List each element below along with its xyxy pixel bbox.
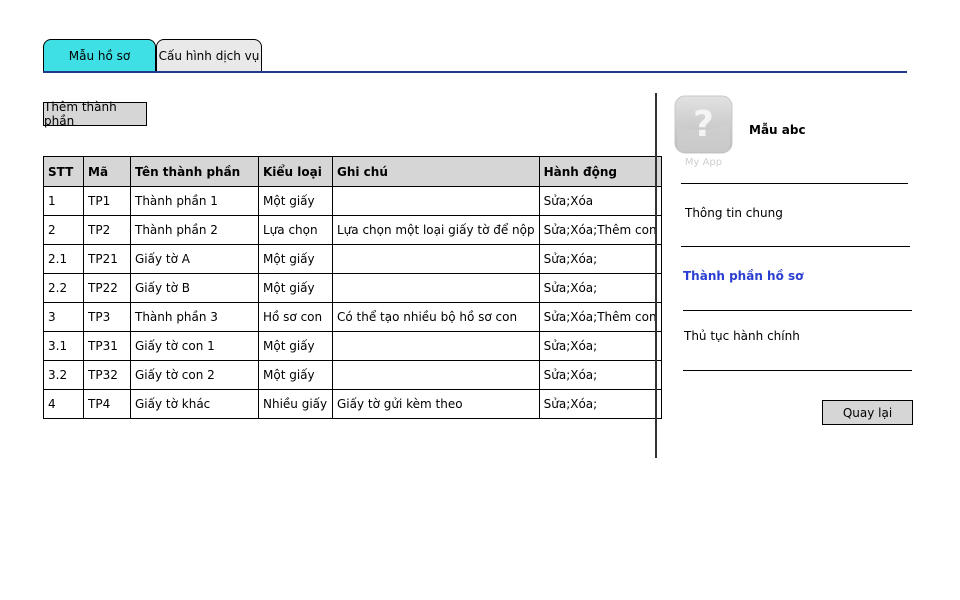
panel-separator <box>683 310 912 311</box>
template-title: Mẫu abc <box>749 123 806 137</box>
cell-actions[interactable]: Sửa;Xóa;Thêm con <box>538 302 662 332</box>
table-header-row: STT Mã Tên thành phần Kiểu loại Ghi chú … <box>43 156 662 187</box>
col-header-stt: STT <box>43 156 84 187</box>
cell-kieu-loai: Hồ sơ con <box>258 302 333 332</box>
cell-stt: 4 <box>43 389 84 419</box>
cell-ghi-chu <box>332 273 540 303</box>
cell-kieu-loai: Một giấy <box>258 244 333 274</box>
cell-stt: 1 <box>43 186 84 216</box>
cell-stt: 3.2 <box>43 360 84 390</box>
cell-ten: Giấy tờ B <box>130 273 259 303</box>
cell-ghi-chu <box>332 360 540 390</box>
add-component-button[interactable]: Thêm thành phần <box>43 100 147 128</box>
cell-ten: Thành phần 3 <box>130 302 259 332</box>
cell-kieu-loai: Một giấy <box>258 273 333 303</box>
cell-ghi-chu: Giấy tờ gửi kèm theo <box>332 389 540 419</box>
table-row: 1 TP1 Thành phần 1 Một giấy Sửa;Xóa <box>43 186 662 216</box>
cell-kieu-loai: Lựa chọn <box>258 215 333 245</box>
cell-stt: 2.2 <box>43 273 84 303</box>
cell-ten: Thành phần 2 <box>130 215 259 245</box>
svg-text:?: ? <box>693 104 714 145</box>
col-header-ghi-chu: Ghi chú <box>332 156 540 187</box>
table-row: 2 TP2 Thành phần 2 Lựa chọn Lựa chọn một… <box>43 215 662 245</box>
tab-cau-hinh-dich-vu[interactable]: Cấu hình dịch vụ <box>156 39 262 71</box>
table-row: 3.2 TP32 Giấy tờ con 2 Một giấy Sửa;Xóa; <box>43 360 662 390</box>
cell-ma: TP1 <box>83 186 131 216</box>
cell-ghi-chu <box>332 244 540 274</box>
cell-stt: 2.1 <box>43 244 84 274</box>
panel-separator <box>681 246 910 247</box>
question-mark-icon: ? My App <box>674 95 733 168</box>
tab-mau-ho-so[interactable]: Mẫu hồ sơ <box>43 39 156 71</box>
cell-stt: 3.1 <box>43 331 84 361</box>
add-component-label: Thêm thành phần <box>44 100 117 128</box>
back-button[interactable]: Quay lại <box>822 400 913 425</box>
cell-ma: TP32 <box>83 360 131 390</box>
cell-actions[interactable]: Sửa;Xóa; <box>538 389 662 419</box>
tab-underline <box>43 71 907 73</box>
cell-actions[interactable]: Sửa;Xóa; <box>538 331 662 361</box>
cell-ghi-chu: Có thể tạo nhiều bộ hồ sơ con <box>332 302 540 332</box>
tab-label: Cấu hình dịch vụ <box>158 48 260 63</box>
col-header-kieu-loai: Kiểu loại <box>258 156 333 187</box>
cell-ten: Giấy tờ A <box>130 244 259 274</box>
cell-ghi-chu <box>332 186 540 216</box>
cell-kieu-loai: Nhiều giấy <box>258 389 333 419</box>
cell-ma: TP4 <box>83 389 131 419</box>
col-header-ma: Mã <box>83 156 131 187</box>
cell-ten: Giấy tờ con 1 <box>130 331 259 361</box>
cell-ma: TP3 <box>83 302 131 332</box>
cell-ma: TP31 <box>83 331 131 361</box>
cell-ma: TP22 <box>83 273 131 303</box>
cell-stt: 2 <box>43 215 84 245</box>
table-row: 3.1 TP31 Giấy tờ con 1 Một giấy Sửa;Xóa; <box>43 331 662 361</box>
components-table: STT Mã Tên thành phần Kiểu loại Ghi chú … <box>43 156 662 419</box>
cell-ten: Thành phần 1 <box>130 186 259 216</box>
cell-actions[interactable]: Sửa;Xóa <box>538 186 662 216</box>
cell-ghi-chu: Lựa chọn một loại giấy tờ để nộp <box>332 215 540 245</box>
panel-item-thanh-phan-ho-so[interactable]: Thành phần hồ sơ <box>683 269 803 283</box>
cell-actions[interactable]: Sửa;Xóa; <box>538 273 662 303</box>
tab-label: Mẫu hồ sơ <box>68 48 131 63</box>
table-row: 3 TP3 Thành phần 3 Hồ sơ con Có thể tạo … <box>43 302 662 332</box>
cell-stt: 3 <box>43 302 84 332</box>
back-button-label: Quay lại <box>842 405 893 420</box>
cell-ma: TP2 <box>83 215 131 245</box>
cell-kieu-loai: Một giấy <box>258 186 333 216</box>
table-row: 2.2 TP22 Giấy tờ B Một giấy Sửa;Xóa; <box>43 273 662 303</box>
cell-actions[interactable]: Sửa;Xóa;Thêm con <box>538 215 662 245</box>
cell-actions[interactable]: Sửa;Xóa; <box>538 244 662 274</box>
table-row: 4 TP4 Giấy tờ khác Nhiều giấy Giấy tờ gử… <box>43 389 662 419</box>
app-icon-caption: My App <box>685 157 722 167</box>
cell-actions[interactable]: Sửa;Xóa; <box>538 360 662 390</box>
cell-ma: TP21 <box>83 244 131 274</box>
cell-ghi-chu <box>332 331 540 361</box>
panel-item-thu-tuc-hanh-chinh[interactable]: Thủ tục hành chính <box>684 329 800 343</box>
cell-kieu-loai: Một giấy <box>258 360 333 390</box>
panel-item-thong-tin-chung[interactable]: Thông tin chung <box>685 206 783 220</box>
panel-separator <box>681 183 908 184</box>
panel-separator <box>683 370 912 371</box>
col-header-hanh-dong: Hành động <box>538 156 662 187</box>
cell-kieu-loai: Một giấy <box>258 331 333 361</box>
table-row: 2.1 TP21 Giấy tờ A Một giấy Sửa;Xóa; <box>43 244 662 274</box>
cell-ten: Giấy tờ con 2 <box>130 360 259 390</box>
cell-ten: Giấy tờ khác <box>130 389 259 419</box>
panel-divider <box>655 93 657 458</box>
col-header-ten: Tên thành phần <box>130 156 259 187</box>
